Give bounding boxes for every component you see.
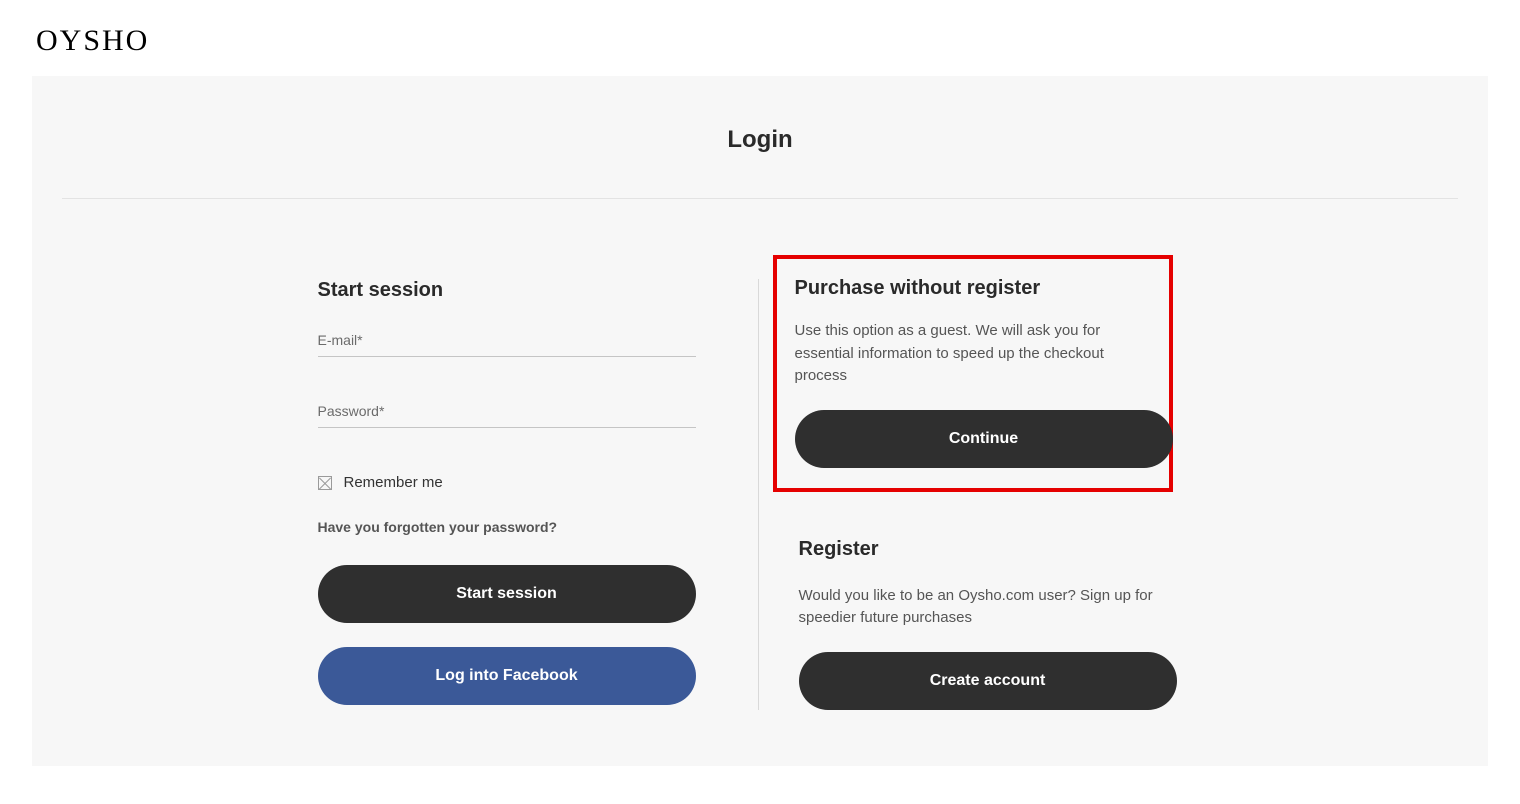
email-field-wrapper: E-mail* [318, 332, 700, 357]
forgot-password-link[interactable]: Have you forgotten your password? [318, 519, 700, 535]
right-column: Purchase without register Use this optio… [758, 279, 1203, 710]
register-heading: Register [799, 538, 1203, 561]
password-field[interactable]: Password* [318, 403, 696, 428]
columns: Start session E-mail* Password* Remember… [310, 279, 1210, 710]
start-session-button[interactable]: Start session [318, 565, 696, 623]
login-heading: Start session [318, 279, 700, 302]
guest-checkout-box: Purchase without register Use this optio… [773, 255, 1173, 492]
page-title: Login [62, 126, 1458, 199]
header: OYSHO [0, 0, 1520, 76]
register-description: Would you like to be an Oysho.com user? … [799, 585, 1203, 630]
brand-logo[interactable]: OYSHO [36, 24, 1520, 58]
remember-row[interactable]: Remember me [318, 474, 700, 491]
email-field[interactable]: E-mail* [318, 332, 696, 357]
guest-heading: Purchase without register [795, 277, 1151, 300]
remember-label: Remember me [344, 474, 443, 491]
password-field-wrapper: Password* [318, 403, 700, 428]
checkbox-icon[interactable] [318, 476, 332, 490]
page-container: Login Start session E-mail* Password* Re… [32, 76, 1488, 766]
facebook-login-button[interactable]: Log into Facebook [318, 647, 696, 705]
create-account-button[interactable]: Create account [799, 652, 1177, 710]
register-block: Register Would you like to be an Oysho.c… [799, 538, 1203, 710]
guest-description: Use this option as a guest. We will ask … [795, 320, 1151, 388]
continue-button[interactable]: Continue [795, 410, 1173, 468]
login-column: Start session E-mail* Password* Remember… [318, 279, 758, 710]
